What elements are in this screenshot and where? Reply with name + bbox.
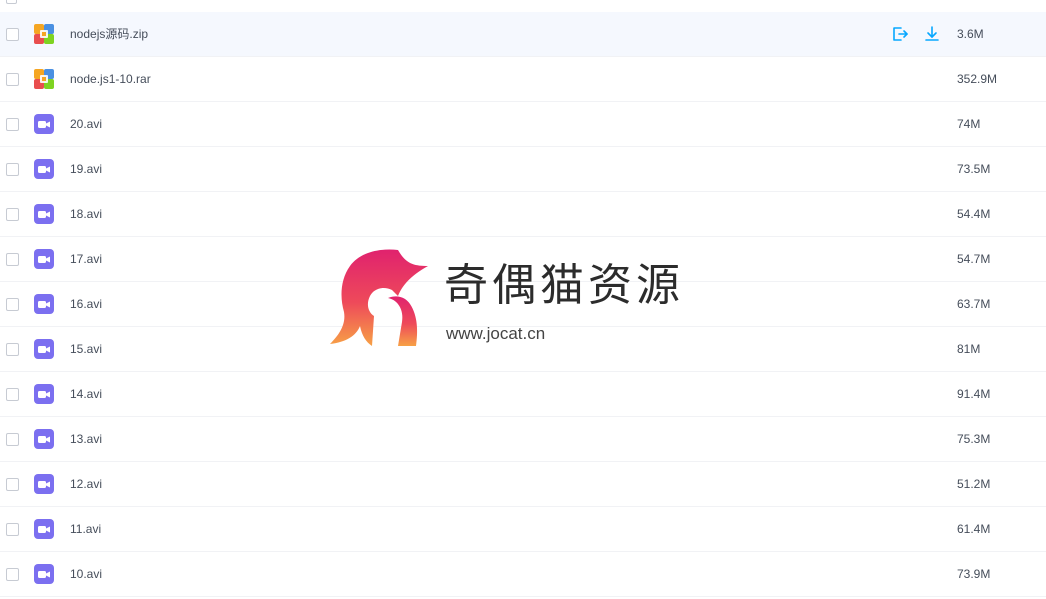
file-name-link[interactable]: 19.avi (70, 147, 102, 191)
file-row[interactable]: 14.avi 91.4M (0, 372, 1046, 417)
file-row[interactable]: 13.avi 75.3M (0, 417, 1046, 462)
video-file-icon (34, 384, 54, 404)
video-file-icon (34, 159, 54, 179)
file-row[interactable]: 17.avi 54.7M (0, 237, 1046, 282)
file-row[interactable]: 11.avi 61.4M (0, 507, 1046, 552)
video-file-icon (34, 564, 54, 584)
file-list: nodejs源码.zip 3.6M node.js1-10.rar 352.9M … (0, 12, 1046, 597)
file-select-checkbox[interactable] (6, 478, 19, 491)
file-select-checkbox[interactable] (6, 163, 19, 176)
video-file-icon (34, 339, 54, 359)
archive-file-icon (34, 69, 54, 89)
file-size: 91.4M (957, 387, 991, 401)
file-select-checkbox[interactable] (6, 28, 19, 41)
file-size: 73.5M (957, 162, 991, 176)
file-name-link[interactable]: 12.avi (70, 462, 102, 506)
file-list-page: nodejs源码.zip 3.6M node.js1-10.rar 352.9M … (0, 0, 1046, 599)
file-name-link[interactable]: 17.avi (70, 237, 102, 281)
file-row[interactable]: 18.avi 54.4M (0, 192, 1046, 237)
file-select-checkbox[interactable] (6, 253, 19, 266)
file-size: 51.2M (957, 477, 991, 491)
video-file-icon (34, 429, 54, 449)
file-name-link[interactable]: 18.avi (70, 192, 102, 236)
file-row[interactable]: 16.avi 63.7M (0, 282, 1046, 327)
archive-file-icon (34, 24, 54, 44)
file-row[interactable]: 19.avi 73.5M (0, 147, 1046, 192)
file-name-link[interactable]: node.js1-10.rar (70, 57, 151, 101)
file-name-link[interactable]: nodejs源码.zip (70, 12, 148, 56)
file-name-link[interactable]: 20.avi (70, 102, 102, 146)
select-all-checkbox[interactable] (6, 0, 17, 4)
file-size: 54.4M (957, 207, 991, 221)
file-row[interactable]: 20.avi 74M (0, 102, 1046, 147)
video-file-icon (34, 474, 54, 494)
file-row[interactable]: 12.avi 51.2M (0, 462, 1046, 507)
file-select-checkbox[interactable] (6, 388, 19, 401)
file-select-checkbox[interactable] (6, 118, 19, 131)
file-select-checkbox[interactable] (6, 298, 19, 311)
video-file-icon (34, 114, 54, 134)
file-name-link[interactable]: 11.avi (70, 507, 101, 551)
download-icon[interactable] (922, 24, 944, 44)
file-row[interactable]: 10.avi 73.9M (0, 552, 1046, 597)
file-row[interactable]: 15.avi 81M (0, 327, 1046, 372)
file-row[interactable]: node.js1-10.rar 352.9M (0, 57, 1046, 102)
file-size: 75.3M (957, 432, 991, 446)
file-size: 352.9M (957, 72, 998, 86)
file-select-checkbox[interactable] (6, 343, 19, 356)
file-select-checkbox[interactable] (6, 208, 19, 221)
share-icon[interactable] (890, 24, 912, 44)
file-size: 61.4M (957, 522, 991, 536)
file-select-checkbox[interactable] (6, 433, 19, 446)
file-size: 3.6M (957, 27, 984, 41)
video-file-icon (34, 249, 54, 269)
file-name-link[interactable]: 10.avi (70, 552, 102, 596)
file-size: 73.9M (957, 567, 991, 581)
file-select-checkbox[interactable] (6, 73, 19, 86)
file-name-link[interactable]: 15.avi (70, 327, 102, 371)
file-select-checkbox[interactable] (6, 523, 19, 536)
video-file-icon (34, 519, 54, 539)
file-name-link[interactable]: 14.avi (70, 372, 102, 416)
file-size: 54.7M (957, 252, 991, 266)
file-row[interactable]: nodejs源码.zip 3.6M (0, 12, 1046, 57)
file-name-link[interactable]: 16.avi (70, 282, 102, 326)
file-size: 63.7M (957, 297, 991, 311)
file-name-link[interactable]: 13.avi (70, 417, 102, 461)
video-file-icon (34, 294, 54, 314)
file-size: 81M (957, 342, 981, 356)
video-file-icon (34, 204, 54, 224)
file-size: 74M (957, 117, 981, 131)
file-select-checkbox[interactable] (6, 568, 19, 581)
